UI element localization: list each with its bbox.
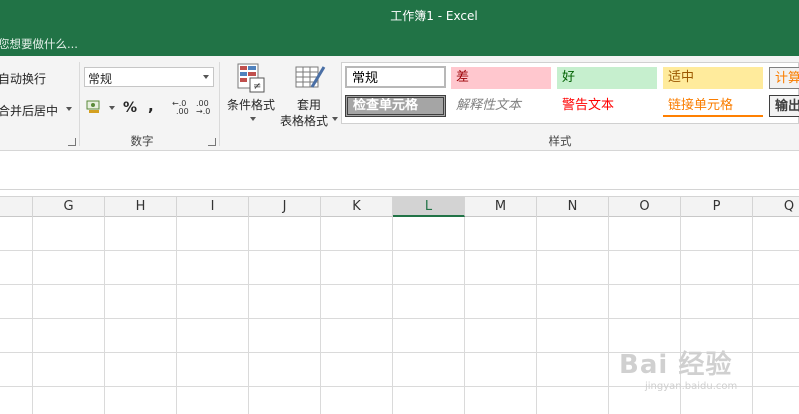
merge-center-button[interactable]: 合并后居中 [0, 102, 58, 119]
conditional-formatting-icon[interactable]: ≠ [236, 62, 266, 94]
style-good[interactable]: 好 [557, 67, 657, 89]
merge-center-dropdown-icon[interactable] [66, 107, 72, 111]
format-as-table-label-1[interactable]: 套用 [297, 96, 321, 113]
style-check-cell[interactable]: 检查单元格 [345, 95, 446, 117]
accounting-format-icon[interactable] [86, 100, 102, 114]
format-as-table-icon[interactable] [294, 63, 326, 93]
style-bad[interactable]: 差 [451, 67, 551, 89]
format-as-table-button[interactable]: 表格格式 [280, 112, 328, 129]
column-headers: G H I J K L M N O P Q [0, 196, 799, 217]
grid-line [32, 217, 33, 414]
style-calculation[interactable]: 计算 [769, 67, 799, 89]
grid-line [0, 284, 799, 285]
column-header-q[interactable]: Q [753, 197, 799, 217]
watermark-brand: Bai 经验 [619, 350, 733, 380]
chevron-down-icon[interactable] [332, 117, 338, 121]
column-header-l-selected[interactable]: L [393, 197, 465, 217]
column-header-n[interactable]: N [537, 197, 609, 217]
grid-line [608, 217, 609, 414]
column-header-k[interactable]: K [321, 197, 393, 217]
grid-line [0, 250, 799, 251]
column-header-j[interactable]: J [249, 197, 321, 217]
style-normal[interactable]: 常规 [345, 66, 446, 88]
baidu-watermark: Bai 经验 jingyan.baidu.com [619, 344, 759, 404]
tell-me-input[interactable]: 您想要做什么... [0, 36, 78, 52]
grid-line [464, 217, 465, 414]
wrap-text-button[interactable]: 自动换行 [0, 70, 46, 87]
style-output[interactable]: 输出 [769, 95, 799, 117]
percent-style-button[interactable]: % [123, 100, 137, 116]
column-header-i[interactable]: I [177, 197, 249, 217]
grid-line [248, 217, 249, 414]
column-header-m[interactable]: M [465, 197, 537, 217]
conditional-formatting-button[interactable]: 条件格式 [227, 96, 275, 113]
number-group-label: 数字 [130, 134, 154, 148]
accounting-dropdown-icon[interactable] [109, 106, 115, 110]
number-format-select[interactable]: 常规 [84, 67, 214, 87]
formula-bar[interactable] [0, 151, 799, 190]
column-header-partial[interactable] [0, 197, 33, 217]
number-format-value: 常规 [88, 72, 113, 86]
chevron-down-icon[interactable] [250, 117, 256, 121]
style-neutral[interactable]: 适中 [663, 67, 763, 89]
style-linked-cell[interactable]: 链接单元格 [663, 95, 763, 117]
style-warning[interactable]: 警告文本 [557, 95, 657, 117]
watermark-url: jingyan.baidu.com [645, 381, 738, 392]
tell-me-bar [0, 32, 799, 56]
number-dialog-launcher-icon[interactable] [208, 138, 216, 146]
svg-text:≠: ≠ [253, 81, 261, 92]
style-explanatory[interactable]: 解释性文本 [451, 95, 551, 117]
grid-line [0, 318, 799, 319]
column-header-o[interactable]: O [609, 197, 681, 217]
group-separator [219, 62, 220, 146]
column-header-h[interactable]: H [105, 197, 177, 217]
grid-line [320, 217, 321, 414]
column-header-g[interactable]: G [33, 197, 105, 217]
window-title: 工作簿1 - Excel [390, 9, 478, 23]
grid-line [392, 217, 393, 414]
column-header-p[interactable]: P [681, 197, 753, 217]
grid-line [104, 217, 105, 414]
alignment-dialog-launcher-icon[interactable] [68, 138, 76, 146]
increase-decimal-button[interactable]: ←.0.00 [172, 100, 192, 116]
comma-style-button[interactable]: , [148, 97, 154, 115]
grid-line [536, 217, 537, 414]
group-separator [79, 62, 80, 146]
styles-group-label: 样式 [548, 134, 572, 148]
decrease-decimal-button[interactable]: .00 →.0 [196, 100, 216, 116]
grid-line [176, 217, 177, 414]
chevron-down-icon [203, 75, 209, 79]
